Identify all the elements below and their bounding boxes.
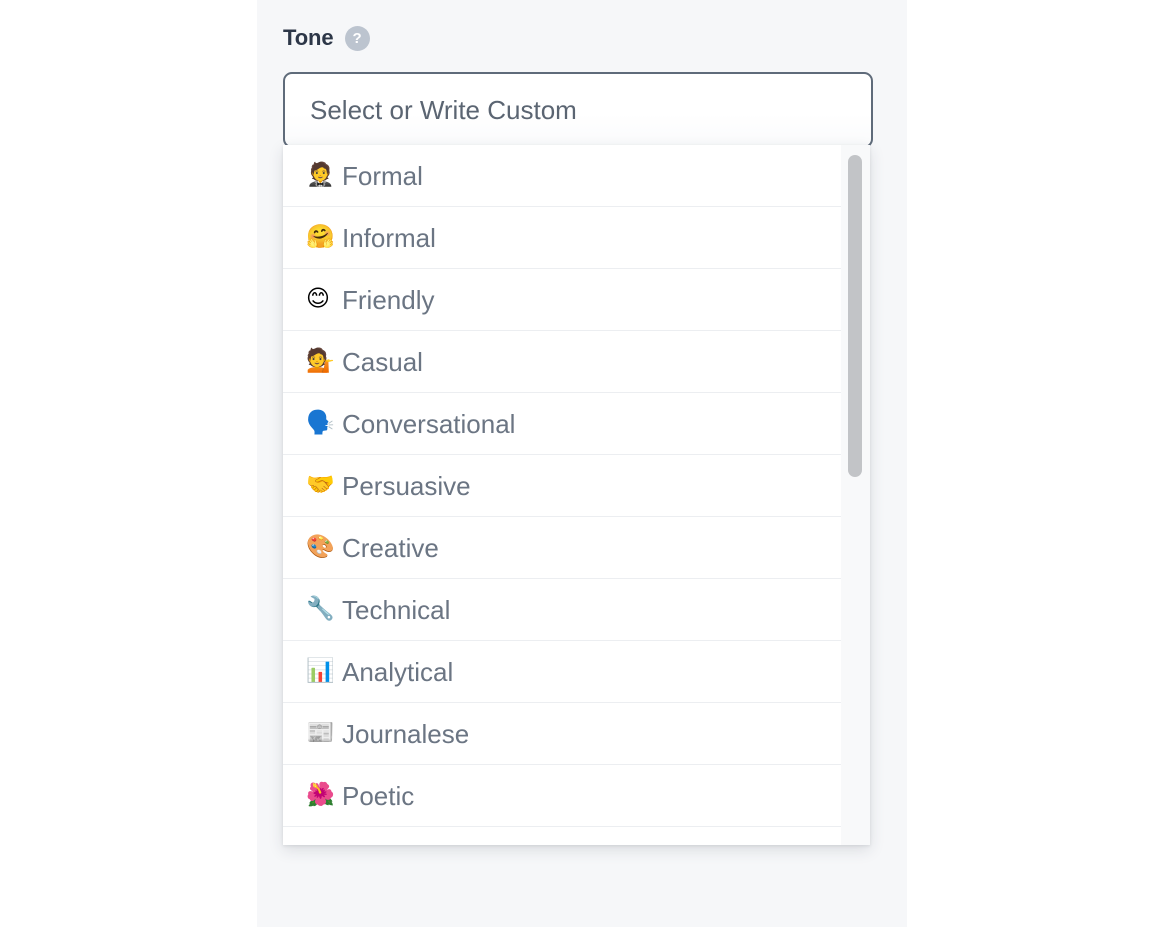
tone-field-group: Tone ? Select or Write Custom xyxy=(283,20,875,148)
list-item-label: Informal xyxy=(342,222,436,253)
list-item[interactable]: 💁 Casual xyxy=(283,331,841,393)
list-item-label: Analytical xyxy=(342,656,454,687)
hibiscus-emoji: 🌺 xyxy=(306,782,335,808)
artist-palette-emoji: 🎨 xyxy=(306,534,335,560)
list-item[interactable]: 🗣️ Conversational xyxy=(283,393,841,455)
person-in-tuxedo-emoji: 🤵 xyxy=(306,162,335,188)
list-item[interactable]: 🤝 Persuasive xyxy=(283,455,841,517)
list-item[interactable]: 📰 Journalese xyxy=(283,703,841,765)
list-item-label: Formal xyxy=(342,160,423,191)
list-item[interactable]: 🔧 Technical xyxy=(283,579,841,641)
smiling-face-emoji: 😊 xyxy=(306,286,330,312)
hugging-face-emoji: 🤗 xyxy=(306,224,335,250)
dropdown-scrollbar[interactable] xyxy=(841,145,870,845)
list-item[interactable]: 📊 Analytical xyxy=(283,641,841,703)
list-item[interactable]: 🌺 Poetic xyxy=(283,765,841,827)
handshake-emoji: 🤝 xyxy=(306,472,335,498)
list-item-label: Technical xyxy=(342,594,451,625)
list-item-label: Casual xyxy=(342,346,423,377)
dropdown-scrollbar-thumb[interactable] xyxy=(848,155,862,477)
question-mark-icon[interactable]: ? xyxy=(344,25,370,51)
list-item-label: Conversational xyxy=(342,408,516,439)
page-title: Tone xyxy=(283,25,334,50)
page-root: Tone ? Select or Write Custom 🤵 Formal 🤗… xyxy=(0,0,1162,927)
tone-select-input[interactable]: Select or Write Custom xyxy=(283,72,873,148)
list-item[interactable]: 😊 Friendly xyxy=(283,269,841,331)
tone-dropdown-panel: 🤵 Formal 🤗 Informal 😊 Friendly 💁 Casual … xyxy=(283,145,870,845)
list-item-label: Creative xyxy=(342,532,439,563)
speaking-head-emoji: 🗣️ xyxy=(306,410,335,436)
newspaper-emoji: 📰 xyxy=(306,720,335,746)
list-item[interactable]: 🤗 Informal xyxy=(283,207,841,269)
list-item-label: Friendly xyxy=(342,284,435,315)
list-item-label: Journalese xyxy=(342,718,470,749)
list-item-label: Persuasive xyxy=(342,470,471,501)
list-item[interactable]: 🎨 Creative xyxy=(283,517,841,579)
wrench-emoji: 🔧 xyxy=(306,596,335,622)
person-tipping-hand-emoji: 💁 xyxy=(306,348,335,374)
tone-option-list: 🤵 Formal 🤗 Informal 😊 Friendly 💁 Casual … xyxy=(283,145,841,845)
list-item-label: Poetic xyxy=(342,780,415,811)
bar-chart-emoji: 📊 xyxy=(306,658,335,684)
list-item[interactable]: 🤵 Formal xyxy=(283,145,841,207)
tone-input-placeholder: Select or Write Custom xyxy=(310,95,577,125)
field-label-row: Tone ? xyxy=(283,20,875,56)
